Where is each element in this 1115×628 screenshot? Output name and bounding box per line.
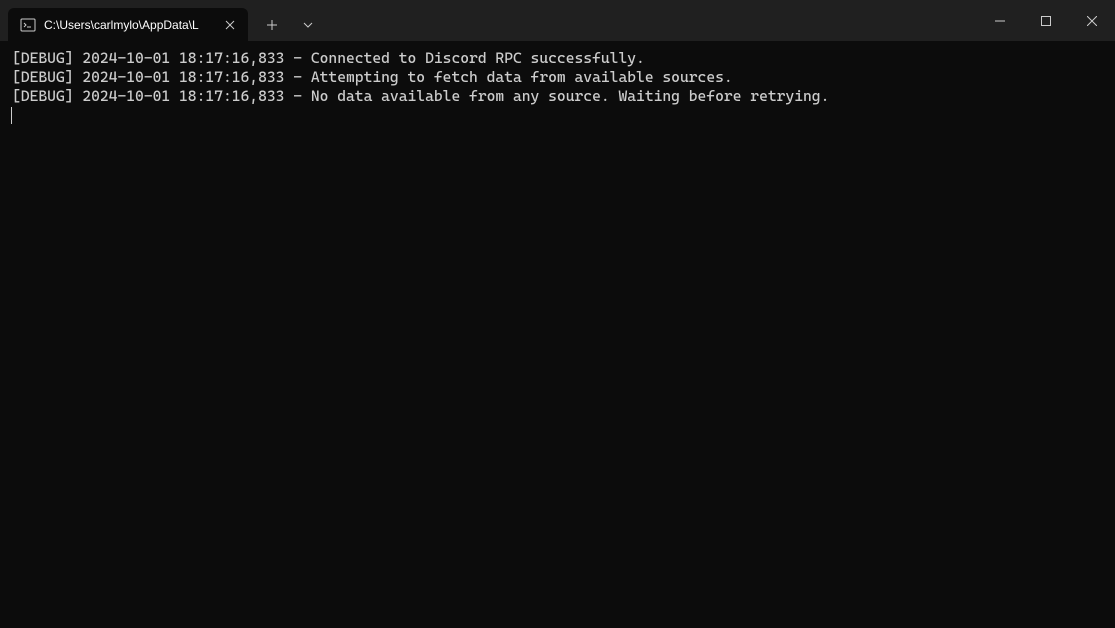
titlebar: C:\Users\carlmylo\AppData\L: [0, 0, 1115, 41]
terminal-cursor: [11, 107, 12, 124]
log-line: [DEBUG] 2024-10-01 18:17:16,833 - Attemp…: [12, 68, 1103, 87]
minimize-icon: [995, 16, 1005, 26]
terminal-output[interactable]: [DEBUG] 2024-10-01 18:17:16,833 - Connec…: [0, 41, 1115, 628]
terminal-icon: [20, 17, 36, 33]
plus-icon: [267, 20, 277, 30]
log-line: [DEBUG] 2024-10-01 18:17:16,833 - No dat…: [12, 87, 1103, 106]
new-tab-button[interactable]: [256, 9, 288, 41]
chevron-down-icon: [303, 22, 313, 28]
tab-dropdown-button[interactable]: [292, 9, 324, 41]
tab-close-button[interactable]: [222, 17, 238, 33]
maximize-button[interactable]: [1023, 0, 1069, 41]
close-window-button[interactable]: [1069, 0, 1115, 41]
minimize-button[interactable]: [977, 0, 1023, 41]
tab-actions: [248, 8, 324, 41]
active-tab[interactable]: C:\Users\carlmylo\AppData\L: [8, 8, 248, 41]
window-controls: [977, 0, 1115, 41]
close-icon: [225, 20, 235, 30]
log-line: [DEBUG] 2024-10-01 18:17:16,833 - Connec…: [12, 49, 1103, 68]
titlebar-drag-area[interactable]: [324, 0, 977, 41]
maximize-icon: [1041, 16, 1051, 26]
tab-title: C:\Users\carlmylo\AppData\L: [44, 18, 214, 32]
close-icon: [1087, 16, 1097, 26]
